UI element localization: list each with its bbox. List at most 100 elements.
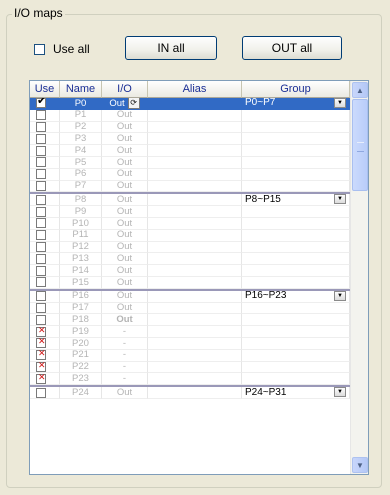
checkbox-icon[interactable] [36, 241, 46, 252]
alias-cell[interactable] [148, 109, 242, 122]
io-cell[interactable]: Out [102, 145, 148, 157]
use-cell[interactable] [30, 337, 60, 350]
alias-cell[interactable] [148, 349, 242, 362]
alias-cell[interactable] [148, 302, 242, 315]
use-cell[interactable] [30, 314, 60, 327]
toggle-direction-icon[interactable]: ⟳ [127, 98, 140, 109]
checkbox-icon[interactable] [36, 157, 46, 168]
io-cell[interactable]: Out [102, 290, 148, 303]
checkbox-icon[interactable] [36, 253, 46, 264]
io-cell[interactable]: Out [102, 253, 148, 266]
alias-cell[interactable] [148, 361, 242, 374]
use-cell[interactable] [30, 302, 60, 315]
alias-cell[interactable] [148, 180, 242, 193]
group-cell[interactable]: P0~P7 ▼ [242, 98, 350, 110]
use-cell[interactable] [30, 387, 60, 399]
alias-cell[interactable] [148, 145, 242, 157]
group-cell[interactable]: P8~P15 ▼ [242, 194, 350, 207]
table-row[interactable]: P15 Out [30, 276, 350, 289]
use-cell[interactable] [30, 206, 60, 218]
table-row[interactable]: P21 - [30, 349, 350, 362]
io-cell[interactable]: Out [102, 121, 148, 134]
alias-cell[interactable] [148, 194, 242, 207]
alias-cell[interactable] [148, 206, 242, 218]
io-cell[interactable]: Out [102, 229, 148, 242]
table-row[interactable]: P7 Out [30, 180, 350, 193]
checkbox-icon[interactable] [36, 277, 46, 288]
group-cell[interactable]: P16~P23 ▼ [242, 290, 350, 303]
column-header-name[interactable]: Name [60, 81, 102, 98]
checkbox-icon[interactable] [34, 43, 45, 55]
use-cell[interactable] [30, 156, 60, 169]
table-row[interactable]: P20 - [30, 337, 350, 350]
table-row[interactable]: P24 Out P24~P31 ▼ [30, 385, 350, 399]
alias-cell[interactable] [148, 265, 242, 277]
dropdown-arrow-icon[interactable]: ▼ [334, 387, 346, 398]
column-header-io[interactable]: I/O [102, 81, 148, 98]
io-cell[interactable]: Out [102, 194, 148, 207]
io-cell[interactable]: Out [102, 156, 148, 169]
table-row[interactable]: P14 Out [30, 265, 350, 277]
io-cell[interactable]: - [102, 373, 148, 386]
checkbox-icon[interactable] [36, 314, 46, 325]
io-cell[interactable]: Out [102, 109, 148, 122]
table-row[interactable]: P13 Out [30, 253, 350, 266]
use-cell[interactable] [30, 349, 60, 362]
io-cell[interactable]: Out [102, 133, 148, 146]
table-row[interactable]: P0Out⟳P0~P7▼ [30, 98, 350, 110]
alias-cell[interactable] [148, 98, 242, 110]
use-cell[interactable] [30, 253, 60, 266]
use-cell[interactable] [30, 121, 60, 134]
use-cell[interactable] [30, 98, 60, 110]
io-cell[interactable]: Out [102, 206, 148, 218]
checkbox-icon[interactable] [36, 110, 46, 121]
use-cell[interactable] [30, 265, 60, 277]
checkbox-icon[interactable] [36, 387, 46, 398]
alias-cell[interactable] [148, 314, 242, 327]
disabled-checkbox-icon[interactable] [36, 362, 46, 372]
alias-cell[interactable] [148, 217, 242, 230]
table-row[interactable]: P9 Out [30, 206, 350, 218]
disabled-checkbox-icon[interactable] [36, 373, 46, 384]
alias-cell[interactable] [148, 121, 242, 134]
alias-cell[interactable] [148, 241, 242, 254]
io-cell[interactable]: Out ⟳ [102, 98, 148, 110]
checkbox-icon[interactable] [36, 265, 46, 276]
column-header-group[interactable]: Group [242, 81, 350, 98]
use-cell[interactable] [30, 145, 60, 157]
io-cell[interactable]: Out [102, 168, 148, 181]
vertical-scrollbar[interactable]: ▲ ▼ [350, 81, 368, 474]
column-header-alias[interactable]: Alias [148, 81, 242, 98]
io-cell[interactable]: - [102, 349, 148, 362]
table-row[interactable]: P22 - [30, 361, 350, 374]
use-all-checkbox[interactable]: Use all [34, 42, 90, 56]
use-cell[interactable] [30, 326, 60, 338]
disabled-checkbox-icon[interactable] [36, 338, 46, 349]
dropdown-arrow-icon[interactable]: ▼ [334, 290, 346, 301]
table-row[interactable]: P17 Out [30, 302, 350, 315]
use-cell[interactable] [30, 361, 60, 374]
table-row[interactable]: P4 Out [30, 145, 350, 157]
use-cell[interactable] [30, 373, 60, 386]
checkbox-icon[interactable] [36, 206, 46, 217]
checkbox-icon[interactable] [36, 133, 46, 144]
use-cell[interactable] [30, 168, 60, 181]
use-cell[interactable] [30, 276, 60, 289]
table-row[interactable]: P3 Out [30, 133, 350, 146]
checkbox-icon[interactable] [36, 98, 46, 109]
io-cell[interactable]: Out [102, 265, 148, 277]
alias-cell[interactable] [148, 168, 242, 181]
scroll-thumb[interactable] [352, 99, 368, 191]
alias-cell[interactable] [148, 373, 242, 386]
io-cell[interactable]: Out [102, 217, 148, 230]
use-cell[interactable] [30, 133, 60, 146]
alias-cell[interactable] [148, 326, 242, 338]
table-row[interactable]: P11 Out [30, 229, 350, 242]
disabled-checkbox-icon[interactable] [36, 350, 46, 361]
alias-cell[interactable] [148, 253, 242, 266]
use-cell[interactable] [30, 194, 60, 207]
table-row[interactable]: P5 Out [30, 156, 350, 169]
checkbox-icon[interactable] [36, 218, 46, 229]
dropdown-arrow-icon[interactable]: ▼ [334, 194, 346, 205]
use-cell[interactable] [30, 241, 60, 254]
